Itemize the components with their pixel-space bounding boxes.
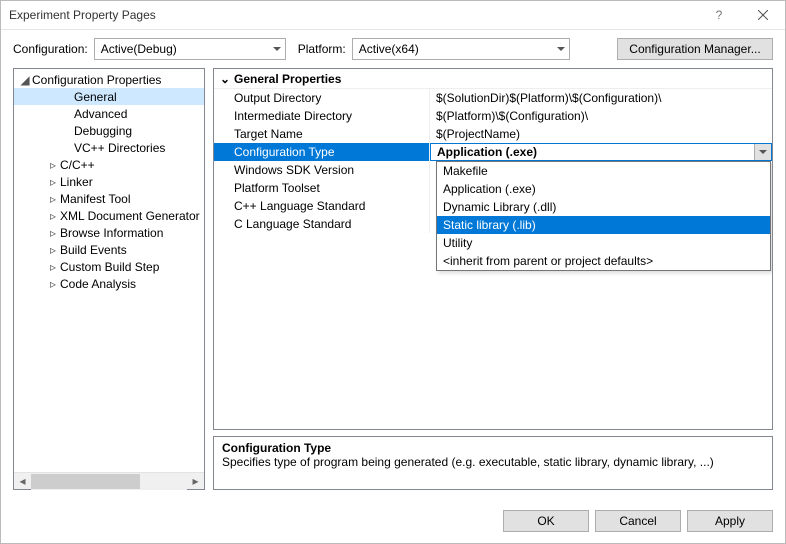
scroll-track[interactable] bbox=[31, 473, 187, 490]
tree-item[interactable]: ▹C/C++ bbox=[14, 156, 204, 173]
right-panel: ⌄ General Properties Output Directory$(S… bbox=[213, 68, 773, 490]
expand-icon: ▹ bbox=[48, 243, 58, 257]
help-button[interactable]: ? bbox=[697, 1, 741, 29]
property-row[interactable]: Output Directory$(SolutionDir)$(Platform… bbox=[214, 89, 772, 107]
property-value[interactable]: $(SolutionDir)$(Platform)\$(Configuratio… bbox=[430, 89, 772, 107]
dropdown-button[interactable] bbox=[754, 144, 771, 160]
expand-icon: ▹ bbox=[48, 175, 58, 189]
tree-item[interactable]: Debugging bbox=[14, 122, 204, 139]
close-button[interactable] bbox=[741, 1, 785, 29]
tree-item-label: Linker bbox=[60, 175, 93, 189]
apply-button[interactable]: Apply bbox=[687, 510, 773, 532]
property-name: Windows SDK Version bbox=[214, 161, 430, 179]
cancel-button[interactable]: Cancel bbox=[595, 510, 681, 532]
horizontal-scrollbar[interactable]: ◂ ▸ bbox=[14, 472, 204, 489]
expand-icon: ▹ bbox=[48, 226, 58, 240]
window-controls: ? bbox=[697, 1, 785, 29]
dropdown-item[interactable]: Utility bbox=[437, 234, 770, 252]
tree-item-label: Custom Build Step bbox=[60, 260, 159, 274]
config-label: Configuration: bbox=[13, 42, 88, 56]
close-icon bbox=[758, 10, 768, 20]
tree-item[interactable]: General bbox=[14, 88, 204, 105]
config-combo[interactable]: Active(Debug) bbox=[94, 38, 286, 60]
expand-icon: ▹ bbox=[48, 260, 58, 274]
grid-section-header[interactable]: ⌄ General Properties bbox=[214, 69, 772, 89]
expand-icon: ▹ bbox=[48, 209, 58, 223]
scroll-thumb[interactable] bbox=[31, 474, 140, 489]
dropdown-item[interactable]: <inherit from parent or project defaults… bbox=[437, 252, 770, 270]
property-row[interactable]: Target Name$(ProjectName) bbox=[214, 125, 772, 143]
property-row[interactable]: Intermediate Directory$(Platform)\$(Conf… bbox=[214, 107, 772, 125]
expand-icon: ▹ bbox=[48, 277, 58, 291]
property-tree[interactable]: ◢Configuration Properties General Advanced… bbox=[14, 69, 204, 472]
tree-item[interactable]: ▹Linker bbox=[14, 173, 204, 190]
window-title: Experiment Property Pages bbox=[9, 8, 156, 22]
desc-text: Specifies type of program being generate… bbox=[222, 455, 764, 469]
expand-icon: ▹ bbox=[48, 192, 58, 206]
chevron-down-icon bbox=[273, 47, 281, 51]
tree-item-label: VC++ Directories bbox=[74, 141, 165, 155]
dropdown-item[interactable]: Static library (.lib) bbox=[437, 216, 770, 234]
tree-item[interactable]: ▹XML Document Generator bbox=[14, 207, 204, 224]
property-name: Configuration Type bbox=[214, 143, 430, 161]
tree-panel: ◢Configuration Properties General Advanced… bbox=[13, 68, 205, 490]
tree-item-label: Browse Information bbox=[60, 226, 163, 240]
config-type-dropdown[interactable]: MakefileApplication (.exe)Dynamic Librar… bbox=[436, 161, 771, 271]
tree-item-label: C/C++ bbox=[60, 158, 95, 172]
desc-title: Configuration Type bbox=[222, 441, 764, 455]
scroll-right-arrow[interactable]: ▸ bbox=[187, 473, 204, 490]
tree-item-label: General bbox=[74, 90, 117, 104]
chevron-down-icon bbox=[759, 150, 767, 154]
property-value[interactable]: Application (.exe) bbox=[430, 143, 772, 161]
config-value: Active(Debug) bbox=[101, 42, 177, 56]
tree-item[interactable]: VC++ Directories bbox=[14, 139, 204, 156]
property-row[interactable]: Configuration TypeApplication (.exe) bbox=[214, 143, 772, 161]
tree-root-label: Configuration Properties bbox=[32, 73, 161, 87]
titlebar: Experiment Property Pages ? bbox=[1, 1, 785, 30]
tree-item[interactable]: ▹Custom Build Step bbox=[14, 258, 204, 275]
tree-item[interactable]: ▹Manifest Tool bbox=[14, 190, 204, 207]
tree-item-label: Build Events bbox=[60, 243, 127, 257]
ok-button[interactable]: OK bbox=[503, 510, 589, 532]
toolbar: Configuration: Active(Debug) Platform: A… bbox=[1, 30, 785, 68]
platform-combo[interactable]: Active(x64) bbox=[352, 38, 570, 60]
tree-root[interactable]: ◢Configuration Properties bbox=[14, 71, 204, 88]
tree-item[interactable]: ▹Code Analysis bbox=[14, 275, 204, 292]
expand-icon: ▹ bbox=[48, 158, 58, 172]
tree-item-label: XML Document Generator bbox=[60, 209, 200, 223]
footer: OK Cancel Apply bbox=[1, 498, 785, 543]
tree-item[interactable]: ▹Build Events bbox=[14, 241, 204, 258]
property-grid: ⌄ General Properties Output Directory$(S… bbox=[213, 68, 773, 430]
property-name: Output Directory bbox=[214, 89, 430, 107]
collapse-icon: ◢ bbox=[20, 73, 30, 87]
tree-item-label: Advanced bbox=[74, 107, 127, 121]
dropdown-item[interactable]: Dynamic Library (.dll) bbox=[437, 198, 770, 216]
tree-item-label: Manifest Tool bbox=[60, 192, 130, 206]
platform-value: Active(x64) bbox=[359, 42, 419, 56]
property-name: Target Name bbox=[214, 125, 430, 143]
config-manager-button[interactable]: Configuration Manager... bbox=[617, 38, 773, 60]
tree-item[interactable]: Advanced bbox=[14, 105, 204, 122]
dropdown-item[interactable]: Makefile bbox=[437, 162, 770, 180]
platform-label: Platform: bbox=[298, 42, 346, 56]
tree-item-label: Debugging bbox=[74, 124, 132, 138]
section-title: General Properties bbox=[234, 72, 341, 86]
dropdown-item[interactable]: Application (.exe) bbox=[437, 180, 770, 198]
property-value[interactable]: $(Platform)\$(Configuration)\ bbox=[430, 107, 772, 125]
tree-item[interactable]: ▹Browse Information bbox=[14, 224, 204, 241]
scroll-left-arrow[interactable]: ◂ bbox=[14, 473, 31, 490]
tree-item-label: Code Analysis bbox=[60, 277, 136, 291]
property-name: C Language Standard bbox=[214, 215, 430, 233]
property-name: Platform Toolset bbox=[214, 179, 430, 197]
chevron-down-icon bbox=[557, 47, 565, 51]
collapse-icon: ⌄ bbox=[220, 72, 234, 86]
property-name: C++ Language Standard bbox=[214, 197, 430, 215]
description-pane: Configuration Type Specifies type of pro… bbox=[213, 436, 773, 490]
property-value[interactable]: $(ProjectName) bbox=[430, 125, 772, 143]
property-name: Intermediate Directory bbox=[214, 107, 430, 125]
